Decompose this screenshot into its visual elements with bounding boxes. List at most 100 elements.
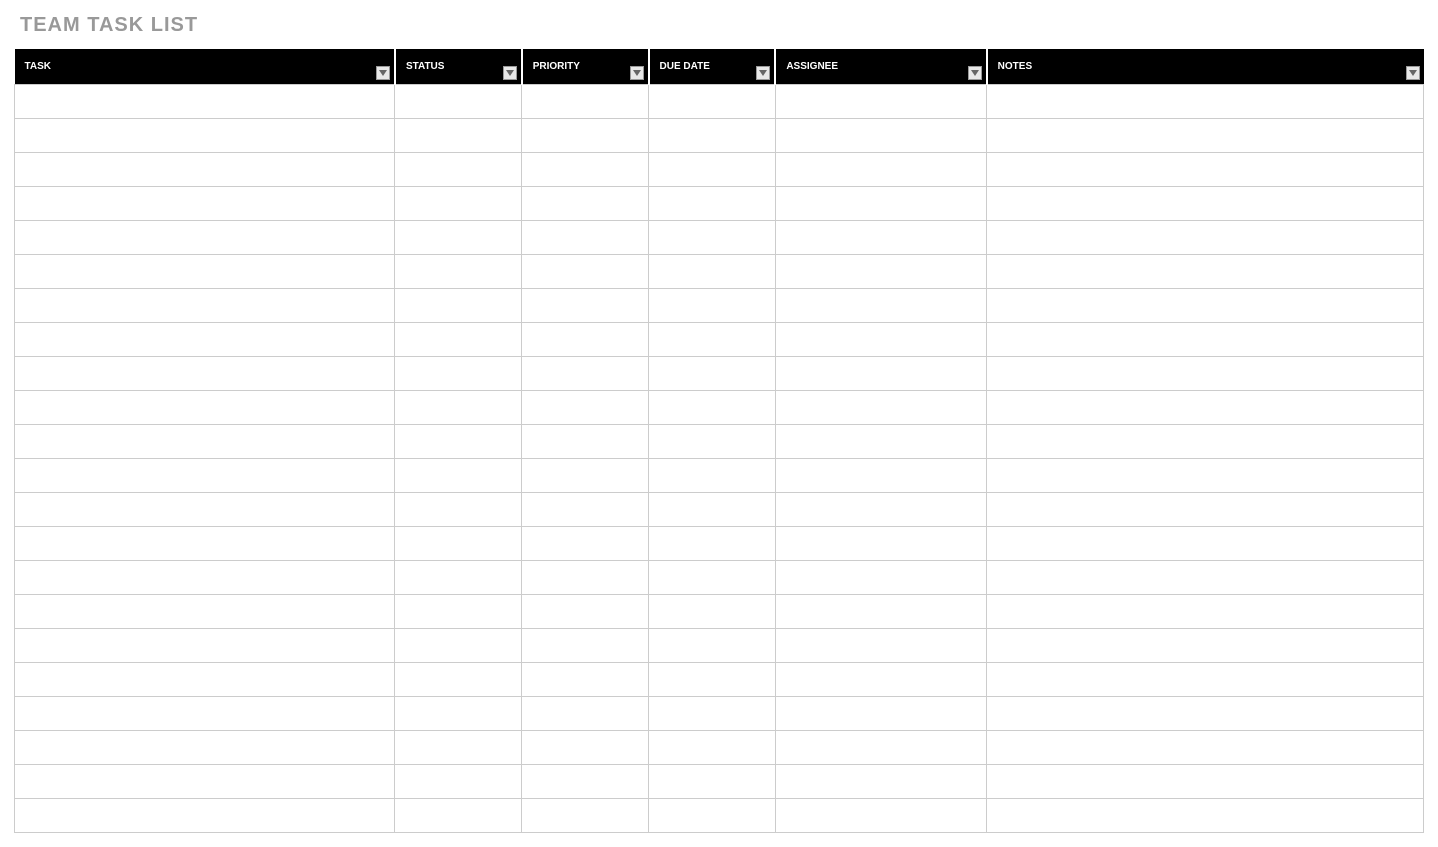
cell-task[interactable]: [15, 799, 395, 833]
cell-status[interactable]: [395, 391, 522, 425]
cell-priority[interactable]: [522, 595, 649, 629]
cell-status[interactable]: [395, 357, 522, 391]
cell-assignee[interactable]: [775, 527, 986, 561]
cell-due[interactable]: [649, 221, 776, 255]
cell-assignee[interactable]: [775, 493, 986, 527]
cell-notes[interactable]: [987, 153, 1424, 187]
cell-due[interactable]: [649, 357, 776, 391]
cell-assignee[interactable]: [775, 629, 986, 663]
cell-due[interactable]: [649, 527, 776, 561]
filter-dropdown-due-date[interactable]: [756, 66, 770, 80]
cell-status[interactable]: [395, 765, 522, 799]
cell-notes[interactable]: [987, 391, 1424, 425]
cell-status[interactable]: [395, 85, 522, 119]
cell-task[interactable]: [15, 153, 395, 187]
filter-dropdown-notes[interactable]: [1406, 66, 1420, 80]
filter-dropdown-priority[interactable]: [630, 66, 644, 80]
cell-task[interactable]: [15, 493, 395, 527]
cell-notes[interactable]: [987, 765, 1424, 799]
cell-status[interactable]: [395, 799, 522, 833]
filter-dropdown-assignee[interactable]: [968, 66, 982, 80]
cell-status[interactable]: [395, 425, 522, 459]
cell-priority[interactable]: [522, 459, 649, 493]
cell-notes[interactable]: [987, 731, 1424, 765]
cell-task[interactable]: [15, 527, 395, 561]
cell-notes[interactable]: [987, 663, 1424, 697]
cell-status[interactable]: [395, 595, 522, 629]
cell-priority[interactable]: [522, 527, 649, 561]
cell-notes[interactable]: [987, 221, 1424, 255]
cell-notes[interactable]: [987, 629, 1424, 663]
cell-due[interactable]: [649, 119, 776, 153]
cell-due[interactable]: [649, 289, 776, 323]
cell-due[interactable]: [649, 765, 776, 799]
cell-status[interactable]: [395, 255, 522, 289]
filter-dropdown-task[interactable]: [376, 66, 390, 80]
cell-assignee[interactable]: [775, 289, 986, 323]
cell-notes[interactable]: [987, 459, 1424, 493]
cell-status[interactable]: [395, 663, 522, 697]
cell-due[interactable]: [649, 459, 776, 493]
cell-assignee[interactable]: [775, 425, 986, 459]
cell-notes[interactable]: [987, 119, 1424, 153]
cell-due[interactable]: [649, 799, 776, 833]
cell-task[interactable]: [15, 289, 395, 323]
cell-priority[interactable]: [522, 561, 649, 595]
cell-task[interactable]: [15, 629, 395, 663]
cell-status[interactable]: [395, 493, 522, 527]
cell-task[interactable]: [15, 663, 395, 697]
cell-notes[interactable]: [987, 595, 1424, 629]
cell-due[interactable]: [649, 391, 776, 425]
cell-priority[interactable]: [522, 255, 649, 289]
cell-task[interactable]: [15, 391, 395, 425]
cell-status[interactable]: [395, 289, 522, 323]
cell-status[interactable]: [395, 731, 522, 765]
cell-assignee[interactable]: [775, 697, 986, 731]
cell-priority[interactable]: [522, 153, 649, 187]
cell-priority[interactable]: [522, 357, 649, 391]
cell-task[interactable]: [15, 187, 395, 221]
cell-task[interactable]: [15, 595, 395, 629]
cell-due[interactable]: [649, 425, 776, 459]
cell-task[interactable]: [15, 85, 395, 119]
cell-due[interactable]: [649, 85, 776, 119]
cell-assignee[interactable]: [775, 221, 986, 255]
cell-due[interactable]: [649, 255, 776, 289]
cell-assignee[interactable]: [775, 561, 986, 595]
cell-task[interactable]: [15, 425, 395, 459]
cell-status[interactable]: [395, 221, 522, 255]
cell-assignee[interactable]: [775, 731, 986, 765]
cell-due[interactable]: [649, 629, 776, 663]
cell-notes[interactable]: [987, 85, 1424, 119]
cell-status[interactable]: [395, 459, 522, 493]
cell-priority[interactable]: [522, 187, 649, 221]
cell-status[interactable]: [395, 527, 522, 561]
cell-task[interactable]: [15, 697, 395, 731]
cell-priority[interactable]: [522, 391, 649, 425]
cell-status[interactable]: [395, 187, 522, 221]
cell-notes[interactable]: [987, 289, 1424, 323]
cell-priority[interactable]: [522, 493, 649, 527]
cell-status[interactable]: [395, 561, 522, 595]
filter-dropdown-status[interactable]: [503, 66, 517, 80]
cell-due[interactable]: [649, 595, 776, 629]
cell-notes[interactable]: [987, 323, 1424, 357]
cell-notes[interactable]: [987, 187, 1424, 221]
cell-notes[interactable]: [987, 493, 1424, 527]
cell-assignee[interactable]: [775, 663, 986, 697]
cell-priority[interactable]: [522, 425, 649, 459]
cell-task[interactable]: [15, 255, 395, 289]
cell-task[interactable]: [15, 731, 395, 765]
cell-due[interactable]: [649, 731, 776, 765]
cell-task[interactable]: [15, 459, 395, 493]
cell-due[interactable]: [649, 187, 776, 221]
cell-due[interactable]: [649, 663, 776, 697]
cell-notes[interactable]: [987, 255, 1424, 289]
cell-notes[interactable]: [987, 357, 1424, 391]
cell-notes[interactable]: [987, 561, 1424, 595]
cell-task[interactable]: [15, 561, 395, 595]
cell-priority[interactable]: [522, 731, 649, 765]
cell-due[interactable]: [649, 323, 776, 357]
cell-assignee[interactable]: [775, 799, 986, 833]
cell-task[interactable]: [15, 765, 395, 799]
